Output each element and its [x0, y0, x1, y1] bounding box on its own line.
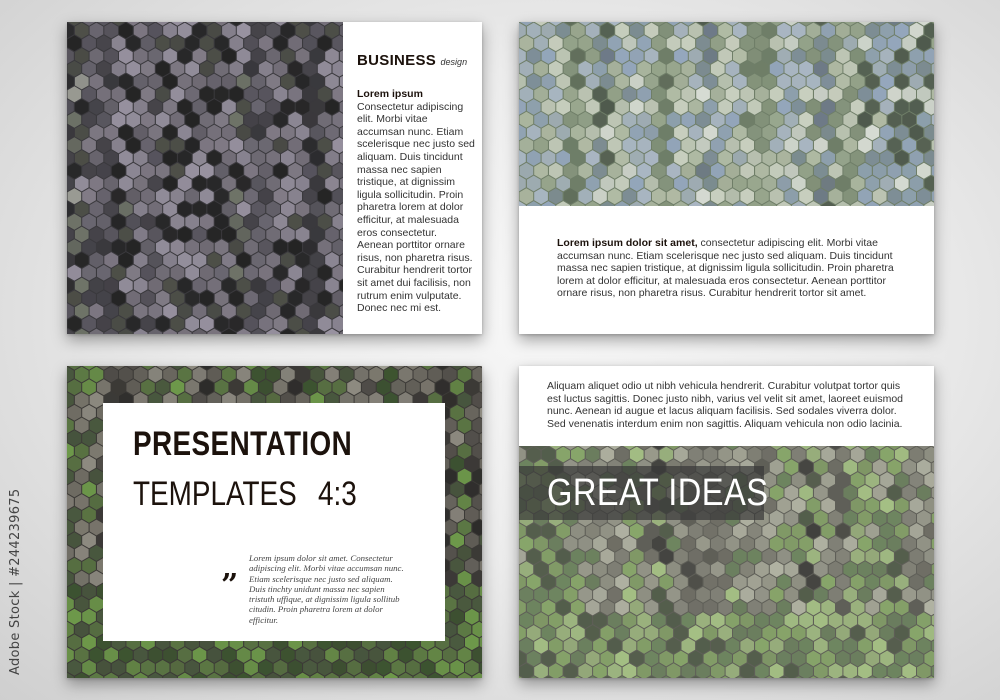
slide-title: BUSINESS design	[357, 52, 467, 70]
slide-great-ideas: Aliquam aliquet odio ut nibh vehicula he…	[519, 366, 934, 678]
slide-paragraph: Lorem ipsum dolor sit amet, consectetur …	[557, 237, 897, 300]
headline: GREAT IDEAS	[547, 472, 769, 514]
hexagon-mosaic-dark	[67, 22, 343, 334]
title-main: BUSINESS	[357, 52, 437, 69]
slide-paragraph: Aliquam aliquet odio ut nibh vehicula he…	[547, 380, 903, 430]
stock-id-vertical: Adobe Stock | #244239675	[8, 489, 23, 675]
hexagon-mosaic-light	[519, 22, 934, 206]
slide-text-bottom: Lorem ipsum dolor sit amet, consectetur …	[519, 22, 934, 334]
title-line-2: TEMPLATES 4:3	[133, 475, 357, 514]
title-line-1: PRESENTATION	[133, 425, 353, 463]
title-templates: TEMPLATES	[133, 475, 297, 513]
stock-id-text: Adobe Stock | #244239675	[8, 488, 23, 675]
title-panel: PRESENTATION TEMPLATES 4:3 ” Lorem ipsum …	[103, 403, 445, 641]
quote-text: Lorem ipsum dolor sit amet. Consectetur …	[249, 553, 404, 625]
slide-body: Lorem ipsum Consectetur adipiscing elit.…	[357, 88, 475, 315]
slide-lead: Lorem ipsum dolor sit amet,	[557, 237, 698, 249]
title-ratio: 4:3	[318, 475, 357, 513]
slide-business-design: BUSINESS design Lorem ipsum Consectetur …	[67, 22, 482, 334]
slide-heading: Lorem ipsum	[357, 88, 423, 100]
slide-presentation-templates: PRESENTATION TEMPLATES 4:3 ” Lorem ipsum …	[67, 366, 482, 678]
quote-icon: ”	[221, 568, 239, 603]
title-sub: design	[440, 57, 468, 67]
slide-paragraph: Consectetur adipiscing elit. Morbi vitae…	[357, 100, 475, 315]
